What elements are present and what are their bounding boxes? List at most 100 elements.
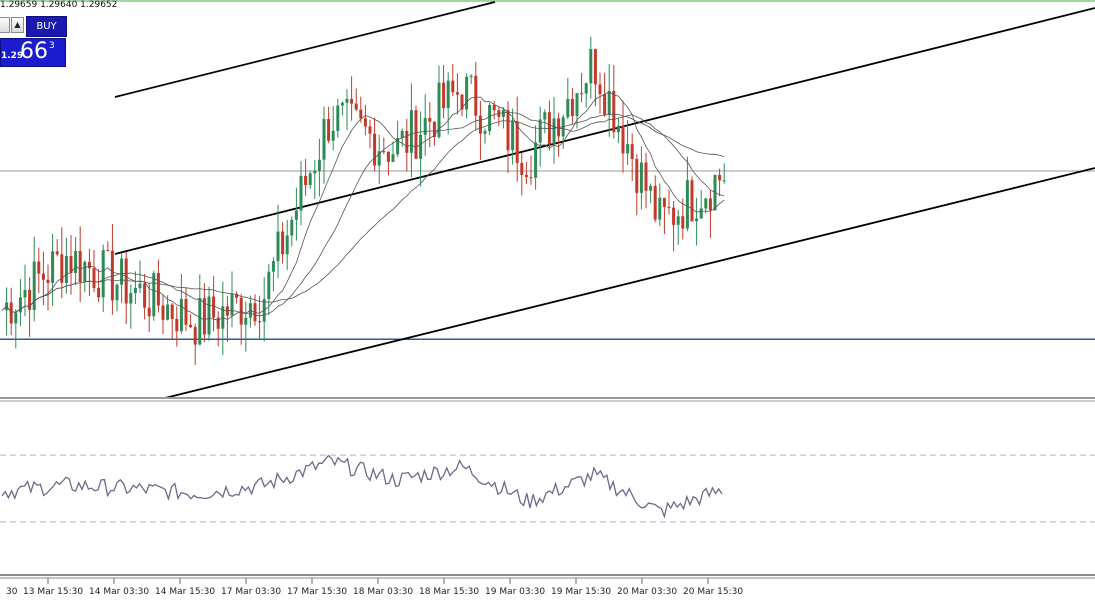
- price-pips: 66: [20, 39, 48, 64]
- rsi-pane: [0, 454, 1095, 523]
- candle-body: [294, 210, 298, 220]
- candle-body: [368, 126, 372, 134]
- rsi-line: [1, 454, 723, 519]
- candle-body: [451, 80, 455, 93]
- candle-body: [552, 118, 556, 145]
- candle-body: [520, 162, 524, 175]
- candle-body: [382, 151, 386, 153]
- candle-body: [538, 119, 542, 143]
- candle-body: [488, 104, 492, 132]
- candle-body: [695, 218, 699, 222]
- lot-field[interactable]: [0, 17, 10, 33]
- candle-body: [667, 206, 671, 208]
- time-tick-label: 20 Mar 15:30: [683, 587, 743, 597]
- candle-body: [23, 289, 27, 298]
- time-tick-label: 17 Mar 15:30: [287, 587, 347, 597]
- candle-body: [483, 131, 487, 134]
- candle-body: [133, 288, 137, 294]
- candle-body: [51, 251, 55, 283]
- candle-body: [322, 119, 326, 160]
- candle-body: [92, 268, 96, 288]
- candle-body: [271, 261, 275, 272]
- candle-body: [626, 144, 630, 154]
- buy-button[interactable]: BUY: [26, 16, 67, 37]
- candle-body: [258, 321, 262, 323]
- candle-body: [704, 198, 708, 209]
- candle-body: [350, 98, 354, 104]
- candle-body: [120, 258, 124, 285]
- candle-body: [409, 110, 413, 153]
- candle-body: [506, 109, 510, 151]
- candle-body: [584, 83, 588, 94]
- candle-body: [607, 91, 611, 115]
- channel-line-2: [114, 7, 1095, 255]
- candle-body: [207, 296, 211, 335]
- candle-body: [331, 130, 335, 141]
- candle-body: [179, 298, 183, 332]
- candle-body: [373, 133, 377, 166]
- candle-body: [570, 98, 574, 116]
- candle-body: [465, 76, 469, 110]
- candle-body: [340, 102, 344, 106]
- candle-body: [658, 197, 662, 220]
- channel-line-3: [164, 167, 1095, 399]
- candle-body: [474, 75, 478, 116]
- candle-body: [460, 94, 464, 110]
- candle-body: [575, 93, 579, 116]
- candle-body: [469, 75, 473, 77]
- candle-body: [97, 287, 101, 298]
- chart-canvas: 30 13 Mar 15:30 14 Mar 03:30 14 Mar 15:30 17…: [0, 0, 1095, 597]
- candle-body: [478, 115, 482, 134]
- lot-up-arrow-icon[interactable]: ▲: [11, 17, 24, 33]
- candle-body: [455, 92, 459, 95]
- candle-body: [612, 91, 616, 133]
- candle-body: [593, 49, 597, 85]
- candle-body: [285, 235, 289, 255]
- candle-body: [152, 273, 156, 317]
- candle-body: [432, 121, 436, 138]
- candle-body: [198, 298, 202, 345]
- price-pane: [0, 1, 1095, 399]
- buy-price-box[interactable]: 1.29 66 3: [0, 38, 66, 67]
- candle-body: [244, 317, 248, 325]
- candle-body: [718, 174, 722, 181]
- candle-body: [589, 49, 593, 84]
- candle-body: [419, 134, 423, 159]
- candle-body: [166, 304, 170, 320]
- candle-body: [212, 296, 216, 318]
- candle-body: [501, 109, 505, 117]
- candle-body: [106, 250, 110, 252]
- candle-body: [327, 119, 331, 141]
- time-tick-label: 19 Mar 03:30: [485, 587, 545, 597]
- candle-body: [534, 142, 538, 178]
- candle-body: [690, 180, 694, 222]
- candle-body: [511, 121, 515, 151]
- candle-body: [359, 109, 363, 119]
- time-tick-label: 20 Mar 03:30: [617, 587, 677, 597]
- candle-body: [428, 117, 432, 122]
- candle-body: [161, 305, 165, 320]
- moving-average-22: [1, 111, 725, 317]
- candle-body: [616, 125, 620, 133]
- candle-body: [524, 174, 528, 178]
- candle-body: [598, 84, 602, 95]
- candle-body: [46, 279, 50, 283]
- candle-body: [156, 273, 160, 306]
- candle-body: [64, 255, 68, 283]
- candle-body: [267, 271, 271, 300]
- price-fraction: 3: [49, 41, 55, 51]
- candle-body: [644, 162, 648, 191]
- candle-body: [391, 154, 395, 162]
- time-axis: 30 13 Mar 15:30 14 Mar 03:30 14 Mar 15:30 17…: [6, 578, 743, 597]
- candle-body: [442, 82, 446, 109]
- candle-body: [230, 293, 234, 316]
- candle-body: [639, 162, 643, 193]
- candle-body: [28, 289, 32, 310]
- candle-body: [336, 105, 340, 131]
- trade-panel-controls: ▲ BUY: [0, 14, 67, 38]
- candle-body: [603, 94, 607, 115]
- candle-body: [55, 251, 59, 255]
- candle-body: [630, 144, 634, 159]
- candle-body: [566, 98, 570, 118]
- candle-body: [87, 261, 91, 269]
